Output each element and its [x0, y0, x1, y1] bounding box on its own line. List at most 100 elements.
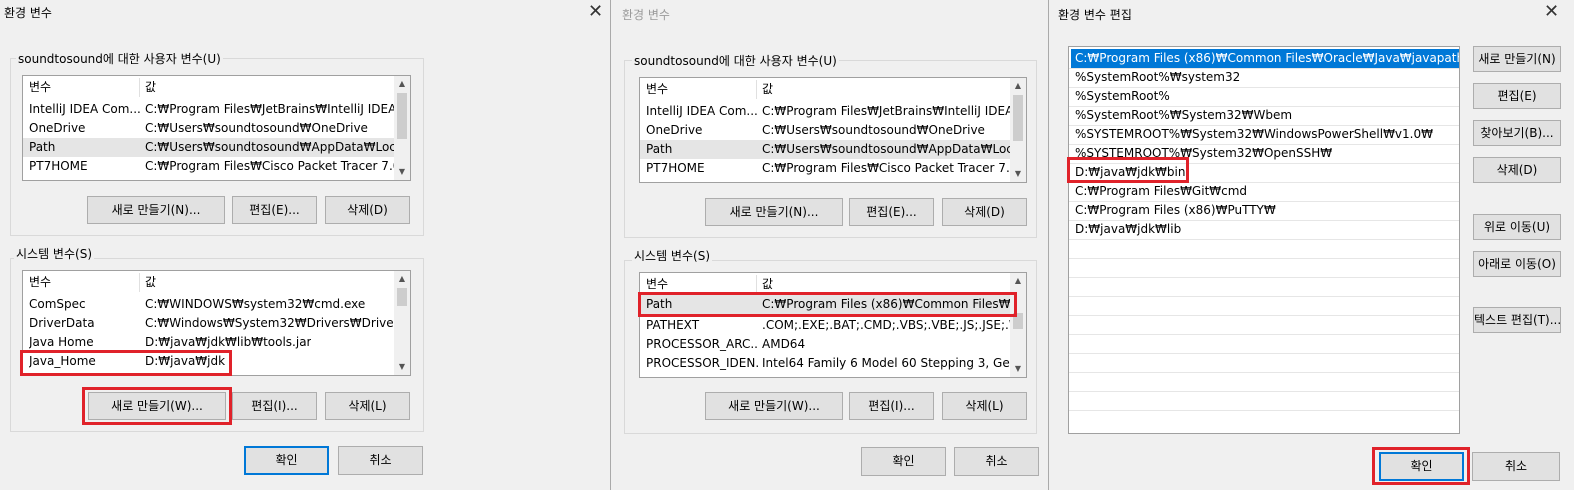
- ok-button[interactable]: 확인: [244, 446, 329, 475]
- scroll-up-icon[interactable]: ▲: [394, 271, 410, 287]
- system-variables-list[interactable]: 변수 값 Path C:₩Program Files (x86)₩Common F…: [639, 272, 1027, 378]
- var-value: C:₩Program Files₩Cisco Packet Tracer 7.0: [762, 161, 1018, 175]
- table-row[interactable]: PT7HOME C:₩Program Files₩Cisco Packet Tra…: [640, 159, 1017, 178]
- column-divider: [139, 273, 140, 292]
- var-value: AMD64: [762, 337, 806, 351]
- table-row[interactable]: PT7HOME C:₩Program Files₩Cisco Packet Tra…: [23, 157, 400, 176]
- var-name: PATHEXT: [646, 318, 700, 332]
- system-edit-button[interactable]: 편집(I)...: [849, 392, 934, 420]
- divider: [1069, 258, 1459, 259]
- ok-button-highlight: [1372, 447, 1470, 485]
- user-edit-button[interactable]: 편집(E)...: [232, 196, 317, 224]
- system-delete-button[interactable]: 삭제(L): [942, 392, 1027, 420]
- close-icon[interactable]: ✕: [588, 3, 603, 21]
- cancel-button[interactable]: 취소: [954, 447, 1039, 476]
- table-row[interactable]: PATHEXT .COM;.EXE;.BAT;.CMD;.VBS;.VBE;.JS…: [640, 316, 1026, 335]
- list-item[interactable]: %SystemRoot%₩System32₩Wbem: [1071, 106, 1292, 125]
- system-edit-button[interactable]: 편집(I)...: [232, 392, 317, 420]
- close-icon[interactable]: ✕: [1544, 3, 1559, 21]
- divider: [1069, 391, 1459, 392]
- var-value: .COM;.EXE;.BAT;.CMD;.VBS;.VBE;.JS;.JSE;.…: [762, 318, 1027, 332]
- column-header-name[interactable]: 변수: [29, 273, 141, 292]
- divider: [1069, 334, 1459, 335]
- user-edit-button[interactable]: 편집(E)...: [849, 198, 934, 226]
- new-button-highlight: [82, 387, 232, 425]
- table-row[interactable]: IntelliJ IDEA Com... C:₩Program Files₩Jet…: [23, 100, 410, 119]
- table-row[interactable]: IntelliJ IDEA Com... C:₩Program Files₩Jet…: [640, 102, 1026, 121]
- user-variables-list[interactable]: 변수 값 IntelliJ IDEA Com... C:₩Program File…: [639, 77, 1027, 183]
- user-delete-button[interactable]: 삭제(D): [942, 198, 1027, 226]
- new-button[interactable]: 새로 만들기(N): [1473, 46, 1561, 72]
- text-edit-button[interactable]: 텍스트 편집(T)...: [1473, 307, 1561, 333]
- vertical-scrollbar[interactable]: ▲ ▼: [1010, 78, 1026, 182]
- scroll-up-icon[interactable]: ▲: [1010, 273, 1026, 289]
- list-item[interactable]: C:₩Program Files₩Git₩cmd: [1071, 182, 1247, 201]
- scroll-up-icon[interactable]: ▲: [394, 76, 410, 92]
- user-delete-button[interactable]: 삭제(D): [325, 196, 410, 224]
- list-item[interactable]: %SystemRoot%: [1071, 87, 1170, 106]
- column-divider: [139, 78, 140, 97]
- divider: [1069, 353, 1459, 354]
- var-name: PT7HOME: [29, 159, 88, 173]
- table-row-selected[interactable]: Path C:₩Users₩soundtosound₩AppData₩Local.…: [23, 138, 410, 157]
- move-up-button[interactable]: 위로 이동(U): [1473, 214, 1561, 240]
- divider: [1069, 239, 1459, 240]
- scroll-down-icon[interactable]: ▼: [1010, 361, 1026, 377]
- vertical-scrollbar[interactable]: ▲ ▼: [1010, 273, 1026, 377]
- column-header-name[interactable]: 변수: [646, 80, 758, 99]
- user-variables-label: soundtosound에 대한 사용자 변수(U): [16, 50, 223, 67]
- browse-button[interactable]: 찾아보기(B)...: [1473, 120, 1561, 146]
- column-header-value[interactable]: 값: [145, 273, 156, 292]
- cancel-button[interactable]: 취소: [338, 446, 423, 475]
- column-header-name[interactable]: 변수: [29, 78, 141, 97]
- scroll-down-icon[interactable]: ▼: [394, 359, 410, 375]
- var-value: C:₩Users₩soundtosound₩OneDrive: [762, 123, 985, 137]
- scrollbar-thumb[interactable]: [1013, 95, 1023, 141]
- list-item-selected[interactable]: C:₩Program Files (x86)₩Common Files₩Orac…: [1071, 49, 1459, 68]
- system-variables-label: 시스템 변수(S): [14, 245, 94, 262]
- delete-button[interactable]: 삭제(D): [1473, 157, 1561, 183]
- var-value: Intel64 Family 6 Model 60 Stepping 3, Ge…: [762, 356, 1027, 370]
- cancel-button[interactable]: 취소: [1472, 452, 1560, 481]
- java-home-highlight: [20, 350, 232, 376]
- scroll-down-icon[interactable]: ▼: [394, 164, 410, 180]
- table-row[interactable]: DriverData C:₩Windows₩System32₩Drivers₩Dr…: [23, 314, 410, 333]
- system-new-button[interactable]: 새로 만들기(W)...: [705, 392, 843, 420]
- scrollbar-thumb[interactable]: [397, 93, 407, 139]
- vertical-scrollbar[interactable]: ▲ ▼: [394, 76, 410, 180]
- table-row[interactable]: PROCESSOR_ARC... AMD64: [640, 335, 1012, 354]
- column-header-value[interactable]: 값: [762, 80, 773, 99]
- path-entries-list[interactable]: C:₩Program Files (x86)₩Common Files₩Orac…: [1068, 46, 1460, 434]
- user-variables-list[interactable]: 변수 값 IntelliJ IDEA Com... C:₩Program File…: [22, 75, 411, 181]
- list-item[interactable]: D:₩java₩jdk₩lib: [1071, 220, 1181, 239]
- env-vars-dialog-2: 환경 변수 soundtosound에 대한 사용자 변수(U) 변수 값 In…: [612, 0, 1049, 490]
- var-name: Path: [646, 142, 673, 156]
- divider: [1069, 315, 1459, 316]
- table-row[interactable]: PROCESSOR_IDEN... Intel64 Family 6 Model …: [640, 354, 1026, 373]
- jdk-bin-highlight: [1067, 157, 1189, 183]
- ok-button[interactable]: 확인: [861, 447, 946, 476]
- list-item[interactable]: C:₩Program Files (x86)₩PuTTY₩: [1071, 201, 1276, 220]
- move-down-button[interactable]: 아래로 이동(O): [1473, 251, 1561, 277]
- var-name: PROCESSOR_ARC...: [646, 337, 758, 351]
- scroll-down-icon[interactable]: ▼: [1010, 166, 1026, 182]
- scroll-up-icon[interactable]: ▲: [1010, 78, 1026, 94]
- table-row[interactable]: OneDrive C:₩Users₩soundtosound₩OneDrive: [23, 119, 396, 138]
- table-row-selected[interactable]: Path C:₩Users₩soundtosound₩AppData₩Local.…: [640, 140, 1026, 159]
- vertical-scrollbar[interactable]: ▲ ▼: [394, 271, 410, 375]
- edit-button[interactable]: 편집(E): [1473, 83, 1561, 109]
- user-new-button[interactable]: 새로 만들기(N)...: [705, 198, 843, 226]
- scrollbar-thumb[interactable]: [397, 288, 407, 306]
- list-item[interactable]: %SystemRoot%₩system32: [1071, 68, 1240, 87]
- var-name: Path: [29, 140, 56, 154]
- user-new-button[interactable]: 새로 만들기(N)...: [87, 196, 225, 224]
- var-value: C:₩Program Files₩Cisco Packet Tracer 7.0: [145, 159, 401, 173]
- table-row[interactable]: OneDrive C:₩Users₩soundtosound₩OneDrive: [640, 121, 1012, 140]
- table-row[interactable]: ComSpec C:₩WINDOWS₩system32₩cmd.exe: [23, 295, 396, 314]
- var-value: C:₩Program Files₩JetBrains₩IntelliJ IDEA…: [762, 104, 1027, 118]
- system-delete-button[interactable]: 삭제(L): [325, 392, 410, 420]
- divider: [1069, 296, 1459, 297]
- var-name: PROCESSOR_IDEN...: [646, 356, 758, 370]
- column-header-value[interactable]: 값: [145, 78, 156, 97]
- list-item[interactable]: %SYSTEMROOT%₩System32₩WindowsPowerShell₩…: [1071, 125, 1433, 144]
